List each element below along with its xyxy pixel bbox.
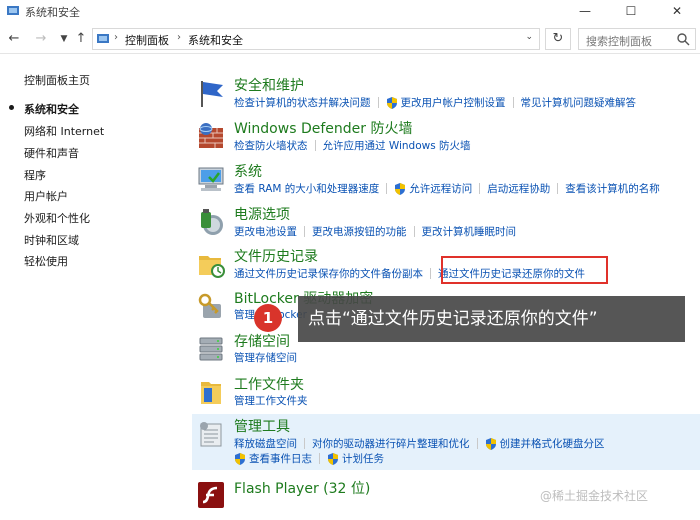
link-battery-settings[interactable]: 更改电池设置 [234,224,297,239]
category-title[interactable]: Flash Player (32 位) [234,478,370,498]
uac-shield-icon [235,452,245,465]
forward-arrow-icon[interactable]: → [33,31,49,47]
link-create-format-partitions[interactable]: 创建并格式化硬盘分区 [500,436,605,451]
back-arrow-icon[interactable]: ← [6,31,22,47]
link-troubleshoot[interactable]: 常见计算机问题疑难解答 [521,95,637,110]
category-title[interactable]: 存储空间 [234,331,290,351]
category-title[interactable]: 管理工具 [234,416,290,436]
sidebar-item-appearance[interactable]: 外观和个性化 [24,210,90,226]
uac-shield-icon [485,437,496,450]
minimize-button[interactable]: — [562,0,608,22]
link-manage-work-folders[interactable]: 管理工作文件夹 [234,393,308,408]
address-dropdown-chevron-icon[interactable]: ⌄ [525,32,533,42]
up-arrow-icon[interactable]: ↑ [73,31,89,47]
link-check-status[interactable]: 检查计算机的状态并解决问题 [234,95,371,110]
breadcrumb-separator-icon: › [114,32,118,43]
link-power-button[interactable]: 更改电源按钮的功能 [312,224,407,239]
current-item-bullet-icon [9,105,14,110]
sidebar-item-ease-of-access[interactable]: 轻松使用 [24,253,68,269]
category-title[interactable]: 文件历史记录 [234,246,318,266]
instruction-tooltip: 点击“通过文件历史记录还原你的文件” [298,296,685,342]
link-schedule-tasks[interactable]: 计划任务 [342,451,384,466]
link-allow-remote-access[interactable]: 允许远程访问 [409,181,472,196]
link-firewall-status[interactable]: 检查防火墙状态 [234,138,308,153]
category-title[interactable]: Windows Defender 防火墙 [234,118,412,138]
highlight-box [441,256,608,284]
flag-icon [201,81,223,107]
link-remote-assistance[interactable]: 启动远程协助 [487,181,550,196]
breadcrumb-separator-icon: › [177,32,181,43]
close-button[interactable]: ✕ [654,0,700,22]
navigation-bar: ← → ▼ ↑ › 控制面板 › 系统和安全 ⌄ ↻ 搜索控制面板 [0,26,700,54]
link-computer-name[interactable]: 查看该计算机的名称 [565,181,660,196]
search-input[interactable]: 搜索控制面板 [578,28,696,50]
link-save-backup-copies[interactable]: 通过文件历史记录保存你的文件备份副本 [234,266,423,281]
link-view-ram-cpu[interactable]: 查看 RAM 的大小和处理器速度 [234,181,379,196]
category-title[interactable]: 电源选项 [234,204,290,224]
sidebar-item-clock-region[interactable]: 时钟和区域 [24,232,79,248]
file-history-folder-icon [199,256,225,278]
power-battery-icon [201,209,223,235]
storage-drives-icon [199,337,223,361]
sidebar-item-network[interactable]: 网络和 Internet [24,123,104,139]
link-manage-storage-spaces[interactable]: 管理存储空间 [234,350,297,365]
sidebar-item-user-accounts[interactable]: 用户帐户 [24,188,68,204]
admin-tools-icon [200,422,222,447]
breadcrumb-system-security[interactable]: 系统和安全 [188,32,243,48]
title-bar: 系统和安全 — ☐ ✕ [0,0,700,26]
search-icon [677,33,690,46]
link-uac-settings[interactable]: 更改用户帐户控制设置 [401,95,506,110]
sidebar-item-programs[interactable]: 程序 [24,167,46,183]
sidebar-item-hardware-sound[interactable]: 硬件和声音 [24,145,79,161]
watermark: @稀土掘金技术社区 [540,489,649,503]
link-allow-app-firewall[interactable]: 允许应用通过 Windows 防火墙 [323,138,471,153]
maximize-button[interactable]: ☐ [608,0,654,22]
work-folder-icon [201,382,221,404]
flash-player-icon [198,482,224,508]
sidebar-item-home[interactable]: 控制面板主页 [24,72,90,88]
category-title[interactable]: 工作文件夹 [234,374,304,394]
search-placeholder: 搜索控制面板 [586,35,652,48]
uac-shield-icon [328,452,338,465]
uac-shield-icon [395,182,406,195]
refresh-icon[interactable]: ↻ [545,28,571,50]
link-sleep-time[interactable]: 更改计算机睡眠时间 [422,224,517,239]
computer-icon [198,167,224,191]
control-panel-icon [97,34,109,43]
window-title: 系统和安全 [25,6,80,19]
category-title[interactable]: 系统 [234,161,262,181]
category-title[interactable]: 安全和维护 [234,75,304,95]
sidebar-item-system-security[interactable]: 系统和安全 [24,101,79,117]
link-view-event-logs[interactable]: 查看事件日志 [249,451,312,466]
recent-locations-chevron-icon[interactable]: ▼ [56,31,72,47]
link-free-disk-space[interactable]: 释放磁盘空间 [234,436,297,451]
link-defragment[interactable]: 对你的驱动器进行碎片整理和优化 [312,436,470,451]
breadcrumb-control-panel[interactable]: 控制面板 [125,32,169,48]
address-bar[interactable]: › 控制面板 › 系统和安全 ⌄ [92,28,540,50]
firewall-brick-icon [199,123,223,148]
control-panel-icon [7,6,19,15]
bitlocker-key-icon [198,293,221,318]
step-number-badge: 1 [254,304,282,332]
uac-shield-icon [386,96,397,109]
